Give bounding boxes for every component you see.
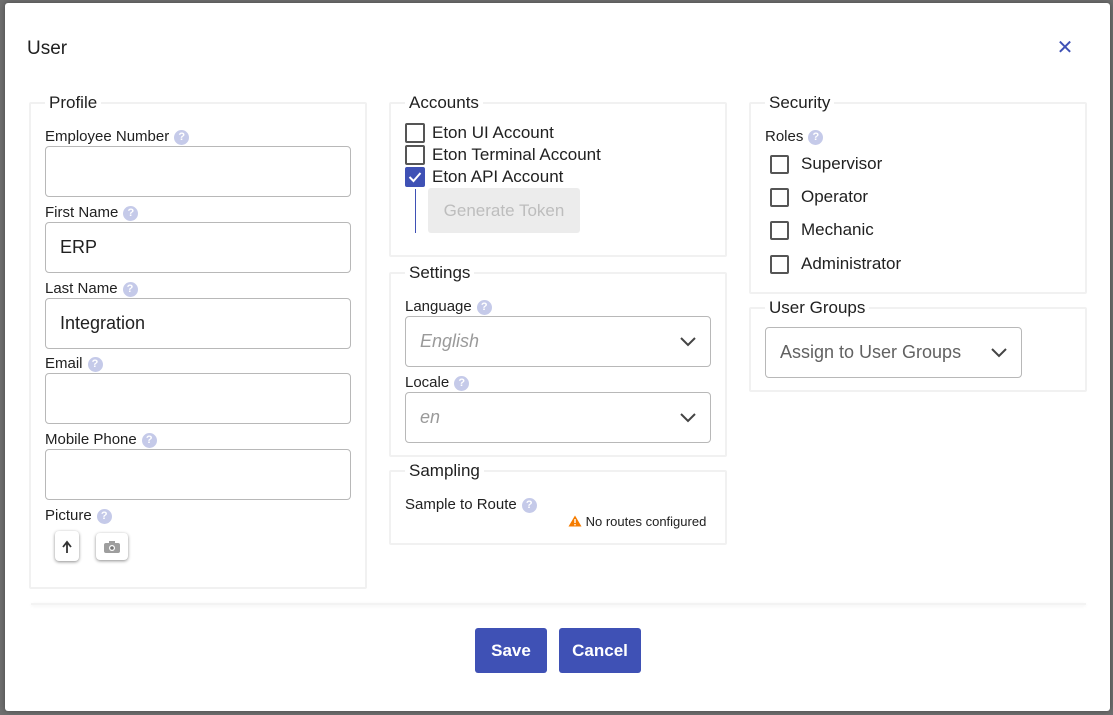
first-name-field[interactable]: ERP	[45, 222, 351, 273]
role-operator-checkbox[interactable]: Operator	[770, 187, 868, 207]
first-name-label: First Name?	[45, 204, 139, 221]
accounts-legend: Accounts	[409, 93, 479, 112]
user-dialog: User ✕ Profile Employee Number? First Na…	[5, 3, 1110, 711]
eton-ui-account-checkbox[interactable]: Eton UI Account	[405, 123, 554, 143]
chevron-down-icon	[680, 412, 696, 422]
profile-legend: Profile	[49, 93, 98, 112]
close-icon[interactable]: ✕	[1056, 38, 1074, 58]
security-legend: Security	[769, 93, 831, 112]
language-label: Language?	[405, 298, 492, 315]
footer-divider	[31, 603, 1086, 605]
sample-to-route-label: Sample to Route?	[405, 496, 537, 513]
no-routes-warning: No routes configured	[568, 514, 706, 529]
eton-terminal-account-checkbox[interactable]: Eton Terminal Account	[405, 145, 601, 165]
save-button[interactable]: Save	[475, 628, 547, 673]
eton-api-account-checkbox[interactable]: Eton API Account	[405, 167, 563, 187]
help-icon[interactable]: ?	[521, 498, 537, 513]
email-label: Email?	[45, 355, 103, 372]
help-icon[interactable]: ?	[87, 357, 103, 372]
help-icon[interactable]: ?	[476, 300, 492, 315]
upload-file-icon[interactable]	[55, 531, 79, 561]
picture-label: Picture?	[45, 507, 112, 524]
help-icon[interactable]: ?	[141, 433, 157, 448]
user-groups-select[interactable]: Assign to User Groups	[765, 327, 1022, 378]
roles-label: Roles?	[765, 128, 824, 145]
camera-icon[interactable]	[96, 533, 128, 560]
role-mechanic-checkbox[interactable]: Mechanic	[770, 220, 874, 240]
api-account-connector-line	[415, 189, 416, 233]
settings-legend: Settings	[409, 263, 471, 282]
email-field[interactable]	[45, 373, 351, 424]
warning-icon	[568, 515, 582, 527]
help-icon[interactable]: ?	[122, 282, 138, 297]
help-icon[interactable]: ?	[123, 206, 139, 221]
help-icon[interactable]: ?	[96, 509, 112, 524]
last-name-field[interactable]: Integration	[45, 298, 351, 349]
language-select[interactable]: English	[405, 316, 711, 367]
employee-number-label: Employee Number?	[45, 128, 190, 145]
help-icon[interactable]: ?	[808, 130, 824, 145]
chevron-down-icon	[991, 347, 1007, 357]
mobile-phone-field[interactable]	[45, 449, 351, 500]
last-name-label: Last Name?	[45, 280, 138, 297]
role-administrator-checkbox[interactable]: Administrator	[770, 254, 901, 274]
sampling-legend: Sampling	[409, 461, 480, 480]
generate-token-button[interactable]: Generate Token	[428, 188, 580, 233]
cancel-button[interactable]: Cancel	[559, 628, 641, 673]
locale-select[interactable]: en	[405, 392, 711, 443]
mobile-phone-label: Mobile Phone?	[45, 431, 157, 448]
employee-number-field[interactable]	[45, 146, 351, 197]
locale-label: Locale?	[405, 374, 470, 391]
user-groups-legend: User Groups	[769, 298, 866, 317]
help-icon[interactable]: ?	[174, 130, 190, 145]
help-icon[interactable]: ?	[454, 376, 470, 391]
check-icon	[405, 167, 425, 187]
role-supervisor-checkbox[interactable]: Supervisor	[770, 154, 882, 174]
dialog-title: User	[27, 38, 68, 59]
chevron-down-icon	[680, 336, 696, 346]
